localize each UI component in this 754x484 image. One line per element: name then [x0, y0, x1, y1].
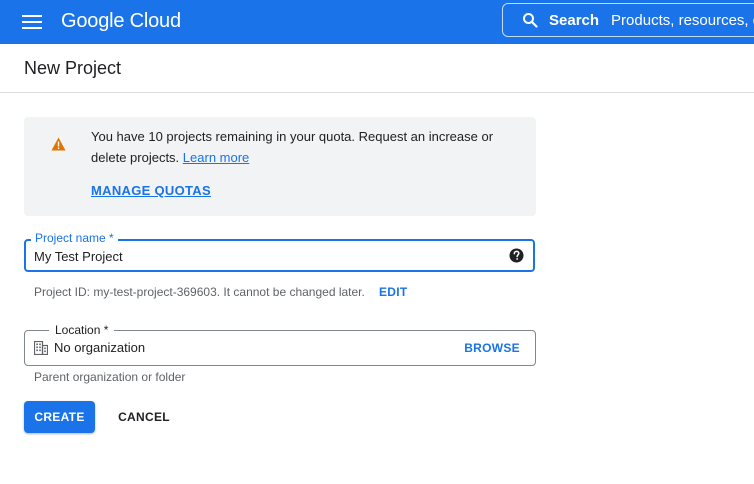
cancel-button[interactable]: CANCEL	[110, 401, 178, 433]
project-id-hint: Project ID: my-test-project-369603. It c…	[34, 285, 365, 299]
project-name-label: Project name *	[31, 231, 118, 245]
quota-message-text: You have 10 projects remaining in your q…	[91, 129, 494, 165]
location-hint: Parent organization or folder	[34, 370, 186, 384]
manage-quotas-link[interactable]: MANAGE QUOTAS	[91, 183, 211, 198]
location-value: No organization	[54, 340, 146, 355]
google-cloud-logo[interactable]: Google Cloud	[61, 8, 181, 34]
quota-warning-card: You have 10 projects remaining in your q…	[24, 117, 536, 216]
search-label: Search	[549, 11, 600, 29]
hamburger-menu-icon[interactable]	[14, 8, 50, 36]
location-label: Location *	[49, 323, 115, 337]
search-placeholder[interactable]: Products, resources, d	[611, 12, 754, 29]
page-title: New Project	[24, 58, 122, 78]
help-icon[interactable]	[509, 248, 524, 263]
building-icon	[33, 340, 49, 356]
learn-more-link[interactable]: Learn more	[183, 150, 249, 165]
location-field[interactable]: Location * No organization BROWSE	[24, 323, 536, 366]
project-name-field[interactable]: Project name *	[24, 231, 535, 272]
edit-project-id-button[interactable]: EDIT	[379, 285, 408, 299]
warning-icon	[51, 137, 66, 151]
search-icon	[522, 12, 538, 28]
page-header: New Project	[0, 44, 754, 93]
create-button[interactable]: CREATE	[24, 401, 95, 433]
top-app-bar: Google Cloud Search Products, resources,…	[0, 0, 754, 44]
browse-button[interactable]: BROWSE	[464, 341, 520, 355]
project-name-input[interactable]	[34, 247, 494, 265]
search-bar[interactable]: Search Products, resources, d	[502, 3, 754, 37]
quota-message: You have 10 projects remaining in your q…	[91, 126, 511, 168]
